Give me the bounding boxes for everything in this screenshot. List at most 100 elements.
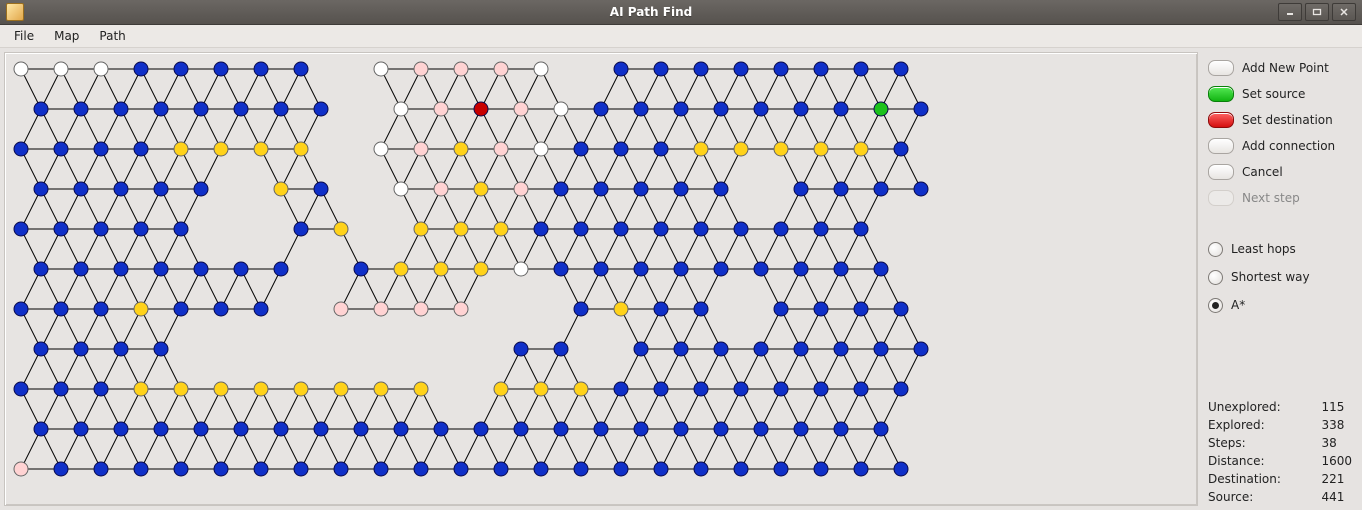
graph-node[interactable] bbox=[894, 142, 908, 156]
graph-node[interactable] bbox=[634, 182, 648, 196]
graph-node[interactable] bbox=[214, 302, 228, 316]
graph-node[interactable] bbox=[454, 62, 468, 76]
graph-node[interactable] bbox=[274, 102, 288, 116]
graph-node[interactable] bbox=[94, 302, 108, 316]
graph-node[interactable] bbox=[814, 302, 828, 316]
graph-node[interactable] bbox=[854, 462, 868, 476]
graph-node[interactable] bbox=[834, 342, 848, 356]
graph-node[interactable] bbox=[654, 222, 668, 236]
graph-node[interactable] bbox=[374, 302, 388, 316]
graph-node[interactable] bbox=[694, 142, 708, 156]
graph-node[interactable] bbox=[414, 382, 428, 396]
graph-node[interactable] bbox=[774, 382, 788, 396]
graph-node[interactable] bbox=[734, 62, 748, 76]
graph-node[interactable] bbox=[194, 182, 208, 196]
graph-node[interactable] bbox=[554, 102, 568, 116]
graph-node[interactable] bbox=[634, 102, 648, 116]
graph-node[interactable] bbox=[594, 182, 608, 196]
graph-node[interactable] bbox=[114, 182, 128, 196]
graph-node[interactable] bbox=[34, 342, 48, 356]
graph-node[interactable] bbox=[554, 182, 568, 196]
graph-node[interactable] bbox=[334, 222, 348, 236]
graph-node[interactable] bbox=[674, 422, 688, 436]
graph-node[interactable] bbox=[134, 462, 148, 476]
graph-node[interactable] bbox=[874, 262, 888, 276]
graph-node[interactable] bbox=[114, 342, 128, 356]
graph-node[interactable] bbox=[374, 62, 388, 76]
graph-node[interactable] bbox=[714, 182, 728, 196]
graph-node[interactable] bbox=[334, 462, 348, 476]
graph-node[interactable] bbox=[614, 222, 628, 236]
graph-node[interactable] bbox=[694, 382, 708, 396]
graph-node[interactable] bbox=[694, 462, 708, 476]
graph-node[interactable] bbox=[654, 462, 668, 476]
graph-node[interactable] bbox=[534, 142, 548, 156]
graph-node[interactable] bbox=[94, 462, 108, 476]
graph-node[interactable] bbox=[434, 422, 448, 436]
graph-node[interactable] bbox=[614, 142, 628, 156]
graph-node[interactable] bbox=[454, 142, 468, 156]
graph-node[interactable] bbox=[474, 262, 488, 276]
minimize-button[interactable] bbox=[1278, 3, 1302, 21]
graph-node[interactable] bbox=[734, 142, 748, 156]
graph-node[interactable] bbox=[394, 262, 408, 276]
graph-node[interactable] bbox=[574, 302, 588, 316]
tool-set-destination[interactable]: Set destination bbox=[1208, 110, 1352, 130]
graph-node[interactable] bbox=[334, 302, 348, 316]
graph-node[interactable] bbox=[194, 262, 208, 276]
graph-node[interactable] bbox=[34, 102, 48, 116]
graph-node[interactable] bbox=[394, 182, 408, 196]
graph-node[interactable] bbox=[94, 62, 108, 76]
graph-node[interactable] bbox=[814, 142, 828, 156]
graph-node[interactable] bbox=[774, 142, 788, 156]
graph-node[interactable] bbox=[294, 142, 308, 156]
graph-node[interactable] bbox=[274, 182, 288, 196]
graph-node[interactable] bbox=[774, 302, 788, 316]
graph-node[interactable] bbox=[14, 302, 28, 316]
graph-node[interactable] bbox=[374, 462, 388, 476]
graph-node[interactable] bbox=[314, 422, 328, 436]
graph-node[interactable] bbox=[514, 182, 528, 196]
graph-node[interactable] bbox=[14, 142, 28, 156]
graph-node[interactable] bbox=[554, 342, 568, 356]
graph-node[interactable] bbox=[94, 142, 108, 156]
close-button[interactable] bbox=[1332, 3, 1356, 21]
graph-node[interactable] bbox=[254, 382, 268, 396]
graph-node[interactable] bbox=[834, 102, 848, 116]
graph-node[interactable] bbox=[74, 422, 88, 436]
graph-node[interactable] bbox=[574, 462, 588, 476]
graph-node[interactable] bbox=[834, 182, 848, 196]
graph-node[interactable] bbox=[794, 342, 808, 356]
graph-node[interactable] bbox=[514, 342, 528, 356]
graph-node[interactable] bbox=[574, 382, 588, 396]
radio-least-hops[interactable]: Least hops bbox=[1208, 240, 1352, 258]
graph-svg[interactable] bbox=[11, 59, 1187, 506]
graph-node[interactable] bbox=[714, 262, 728, 276]
graph-node[interactable] bbox=[694, 302, 708, 316]
graph-node[interactable] bbox=[34, 262, 48, 276]
graph-node[interactable] bbox=[534, 222, 548, 236]
graph-node[interactable] bbox=[614, 62, 628, 76]
graph-node[interactable] bbox=[794, 262, 808, 276]
graph-node[interactable] bbox=[874, 342, 888, 356]
graph-node[interactable] bbox=[754, 262, 768, 276]
graph-node[interactable] bbox=[634, 262, 648, 276]
radio-a-star[interactable]: A* bbox=[1208, 296, 1352, 314]
graph-node[interactable] bbox=[374, 382, 388, 396]
radio-shortest-way[interactable]: Shortest way bbox=[1208, 268, 1352, 286]
graph-node[interactable] bbox=[154, 262, 168, 276]
graph-node[interactable] bbox=[674, 102, 688, 116]
graph-node[interactable] bbox=[174, 142, 188, 156]
graph-node[interactable] bbox=[214, 62, 228, 76]
graph-node[interactable] bbox=[354, 422, 368, 436]
graph-node[interactable] bbox=[894, 462, 908, 476]
graph-node[interactable] bbox=[394, 102, 408, 116]
graph-node[interactable] bbox=[214, 462, 228, 476]
graph-node[interactable] bbox=[654, 62, 668, 76]
graph-node[interactable] bbox=[634, 422, 648, 436]
graph-node[interactable] bbox=[14, 462, 28, 476]
graph-node[interactable] bbox=[134, 302, 148, 316]
graph-node[interactable] bbox=[794, 182, 808, 196]
graph-node[interactable] bbox=[754, 422, 768, 436]
graph-node[interactable] bbox=[434, 102, 448, 116]
